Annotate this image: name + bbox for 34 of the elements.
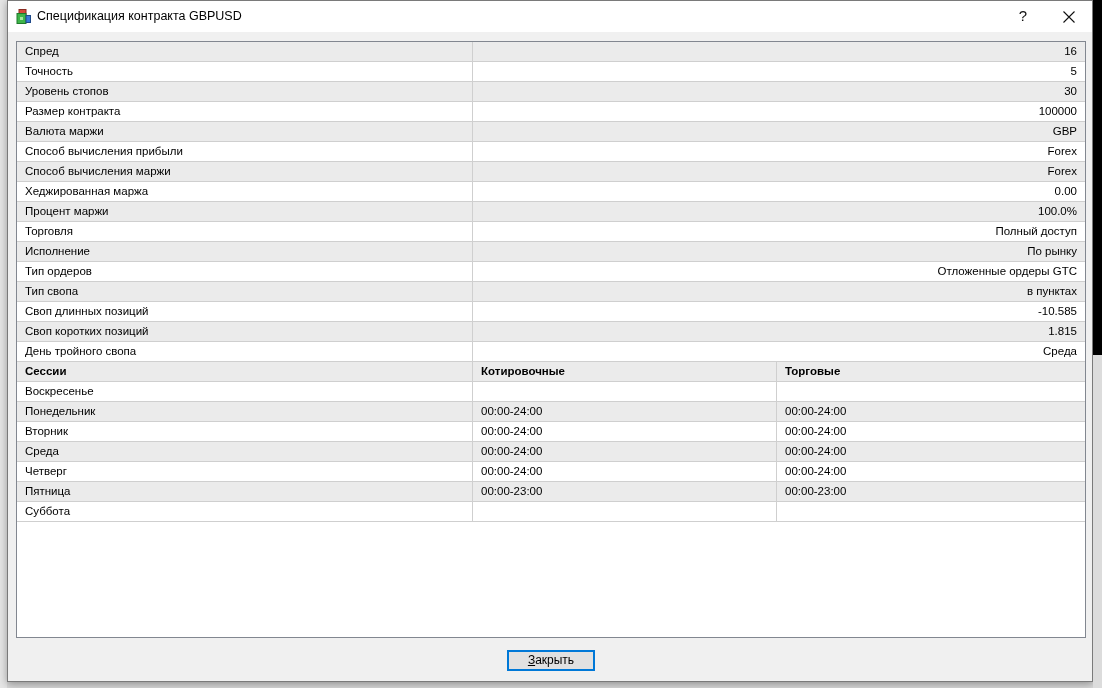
spec-value: 100.0% (473, 202, 1085, 222)
table-cell: 00:00-24:00 (473, 442, 777, 462)
spec-value: в пунктах (473, 282, 1085, 302)
table-cell: Пятница (17, 482, 473, 502)
close-icon (1063, 10, 1075, 23)
spec-label: Уровень стопов (17, 82, 473, 102)
column-header: Торговые (777, 362, 1085, 382)
window-title: Спецификация контракта GBPUSD (37, 8, 243, 26)
table-cell: Понедельник (17, 402, 473, 422)
spec-label: Тип свопа (17, 282, 473, 302)
app-icon (16, 9, 31, 24)
column-header: Котировочные (473, 362, 777, 382)
spec-label: Способ вычисления маржи (17, 162, 473, 182)
table-cell: 00:00-24:00 (473, 402, 777, 422)
spec-value: 16 (473, 42, 1085, 62)
spec-label: Своп коротких позиций (17, 322, 473, 342)
table-cell: Среда (17, 442, 473, 462)
spec-label: Исполнение (17, 242, 473, 262)
table-cell: 00:00-24:00 (777, 442, 1085, 462)
spec-value: 1.815 (473, 322, 1085, 342)
spec-label: Процент маржи (17, 202, 473, 222)
column-header: Сессии (17, 362, 473, 382)
spec-value: По рынку (473, 242, 1085, 262)
spec-value: 30 (473, 82, 1085, 102)
spec-label: Спред (17, 42, 473, 62)
close-button[interactable]: Закрыть (507, 649, 595, 671)
table-cell: 00:00-23:00 (777, 482, 1085, 502)
table-cell: 00:00-23:00 (473, 482, 777, 502)
spec-value: GBP (473, 122, 1085, 142)
help-button[interactable]: ? (1000, 1, 1046, 32)
table-cell: 00:00-24:00 (777, 402, 1085, 422)
spec-value: Forex (473, 162, 1085, 182)
table-cell: Суббота (17, 502, 473, 522)
spec-label: Валюта маржи (17, 122, 473, 142)
